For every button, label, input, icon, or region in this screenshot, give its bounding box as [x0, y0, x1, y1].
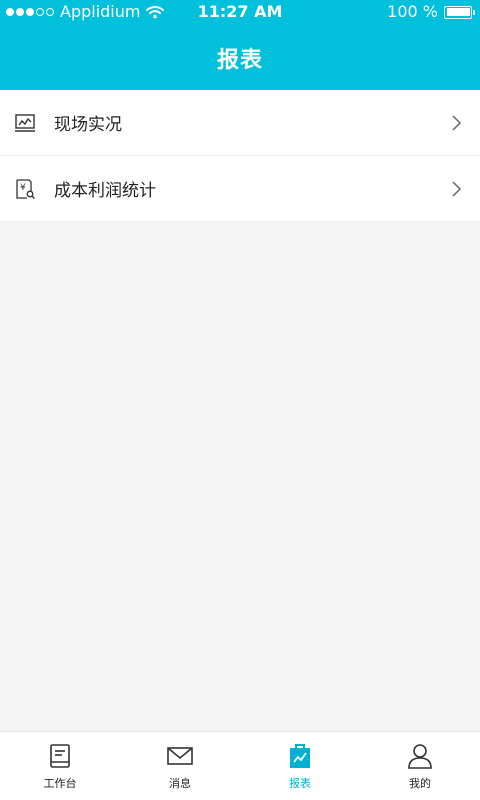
menu-item-label: 现场实况 — [54, 115, 122, 135]
menu-item-label: 成本利润统计 — [54, 181, 156, 201]
chevron-right-icon — [452, 114, 462, 131]
svg-text:¥: ¥ — [20, 183, 26, 193]
user-icon — [408, 744, 432, 769]
menu-item-cost-profit[interactable]: ¥ 成本利润统计 — [0, 156, 480, 222]
tab-workbench[interactable]: 工作台 — [0, 732, 120, 800]
tab-bar: 工作台 消息 报表 我的 — [0, 731, 480, 800]
battery-fill — [446, 8, 470, 16]
page-title: 报表 — [216, 48, 263, 73]
battery-icon — [444, 5, 475, 19]
tab-label: 报表 — [289, 777, 311, 790]
tab-messages[interactable]: 消息 — [120, 732, 240, 800]
tab-label: 消息 — [169, 777, 191, 790]
header: Applidium 11:27 AM 100 % 报表 — [0, 0, 480, 90]
battery-percent: 100 % — [387, 2, 438, 21]
mail-icon — [167, 747, 193, 765]
workbench-icon — [50, 744, 70, 768]
status-bar: Applidium 11:27 AM 100 % — [0, 0, 480, 24]
tab-reports[interactable]: 报表 — [240, 732, 360, 800]
report-menu: 现场实况 ¥ 成本利润统计 — [0, 90, 480, 222]
line-chart-icon — [15, 113, 35, 132]
tab-label: 工作台 — [43, 777, 77, 790]
report-icon — [290, 744, 310, 768]
chevron-right-icon — [452, 180, 462, 197]
status-right: 100 % — [387, 0, 475, 24]
menu-item-site-status[interactable]: 现场实况 — [0, 90, 480, 156]
tab-profile[interactable]: 我的 — [360, 732, 480, 800]
tab-label: 我的 — [409, 777, 431, 790]
yen-document-icon: ¥ — [16, 178, 35, 199]
